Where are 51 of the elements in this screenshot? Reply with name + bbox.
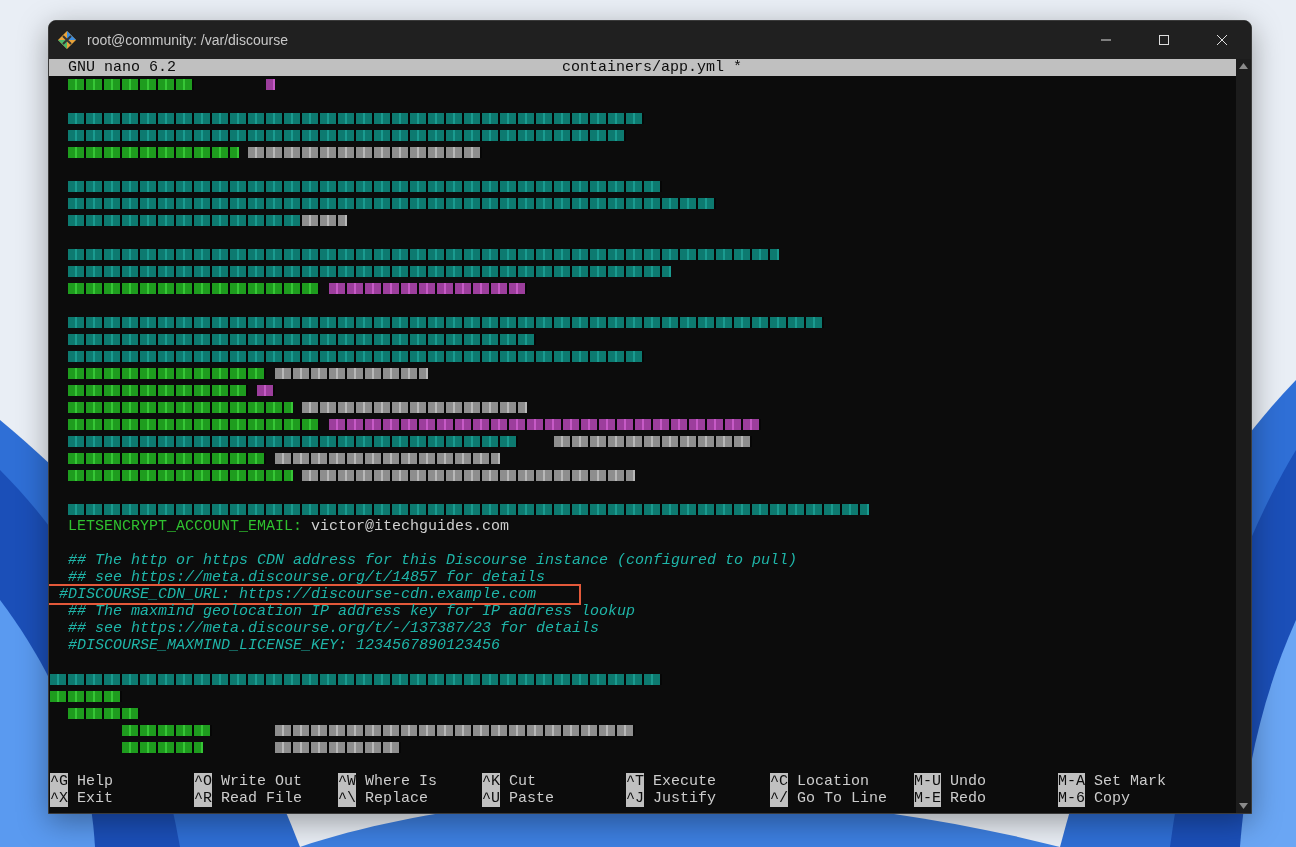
shortcut-key: ^T bbox=[626, 773, 644, 790]
shortcut-key: ^X bbox=[50, 790, 68, 807]
comment-line: ## see https://meta.discourse.org/t/-/137387/23 for details bbox=[67, 620, 600, 637]
comment-line: ## The maxmind geolocation IP address key for IP address lookup bbox=[67, 603, 636, 620]
shortcut-label: Help bbox=[77, 773, 114, 790]
shortcut-label: Where Is bbox=[365, 773, 438, 790]
shortcut-label: Undo bbox=[950, 773, 987, 790]
maximize-icon bbox=[1158, 34, 1170, 46]
shortcut-label: Replace bbox=[365, 790, 429, 807]
shortcut-key: ^C bbox=[770, 773, 788, 790]
file-name: containers/app.yml * bbox=[562, 59, 742, 76]
scrollbar[interactable] bbox=[1236, 59, 1251, 813]
app-icon bbox=[57, 30, 77, 50]
shortcut-label: Go To Line bbox=[797, 790, 888, 807]
comment-line: ## The http or https CDN address for this Discourse instance (configured to pull) bbox=[67, 552, 798, 569]
editor-version: GNU nano 6.2 bbox=[68, 59, 177, 76]
shortcut-label: Execute bbox=[653, 773, 717, 790]
shortcut-label: Redo bbox=[950, 790, 987, 807]
comment-line: #DISCOURSE_MAXMIND_LICENSE_KEY: 1234567890123456 bbox=[67, 637, 501, 654]
blurred-text bbox=[68, 708, 140, 719]
shortcut-key: M-E bbox=[914, 790, 941, 807]
shortcut-key: ^K bbox=[482, 773, 500, 790]
blurred-text bbox=[50, 691, 122, 702]
shortcut-label: Cut bbox=[509, 773, 537, 790]
shortcut-key: M-6 bbox=[1058, 790, 1085, 807]
window-title: root@community: /var/discourse bbox=[87, 32, 288, 48]
shortcut-label: Write Out bbox=[221, 773, 303, 790]
shortcut-label: Read File bbox=[221, 790, 303, 807]
shortcut-label: Set Mark bbox=[1094, 773, 1167, 790]
scroll-up-icon[interactable] bbox=[1239, 63, 1248, 69]
shortcut-key: ^W bbox=[338, 773, 356, 790]
shortcut-key: ^G bbox=[50, 773, 68, 790]
shortcut-key: M-A bbox=[1058, 773, 1085, 790]
comment-line: #DISCOURSE_CDN_URL: https://discourse-cdn.example.com bbox=[58, 586, 537, 603]
close-icon bbox=[1216, 34, 1228, 46]
shortcut-key: ^/ bbox=[770, 790, 788, 807]
shortcut-key: ^\ bbox=[338, 790, 356, 807]
shortcut-label: Justify bbox=[653, 790, 717, 807]
shortcut-label: Exit bbox=[77, 790, 114, 807]
shortcut-label: Paste bbox=[509, 790, 555, 807]
shortcut-label: Location bbox=[797, 773, 870, 790]
setting-key: LETSENCRYPT_ACCOUNT_EMAIL: bbox=[50, 518, 303, 535]
shortcut-key: ^O bbox=[194, 773, 212, 790]
scroll-down-icon[interactable] bbox=[1239, 803, 1248, 809]
shortcut-key: M-U bbox=[914, 773, 941, 790]
setting-value: victor@itechguides.com bbox=[311, 518, 510, 535]
shortcut-key: ^R bbox=[194, 790, 212, 807]
shortcut-key: ^J bbox=[626, 790, 644, 807]
comment-line: ## see https://meta.discourse.org/t/14857 for details bbox=[67, 569, 546, 586]
shortcut-key: ^U bbox=[482, 790, 500, 807]
shortcut-label: Copy bbox=[1094, 790, 1131, 807]
